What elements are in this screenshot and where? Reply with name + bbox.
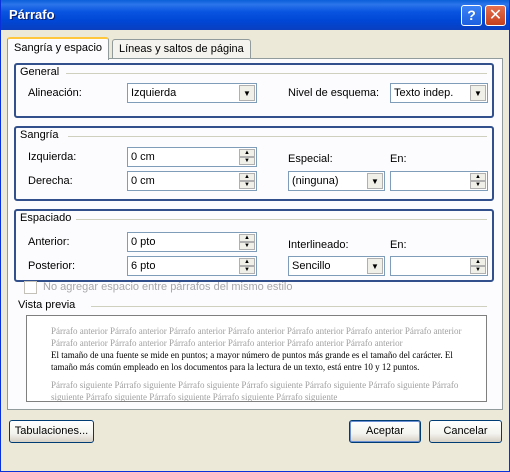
paragraph-dialog: Párrafo ? ✕ Sangría y espacio Líneas y s… (0, 0, 510, 472)
cancel-button[interactable]: Cancelar (429, 420, 502, 443)
spin-down-icon[interactable]: ▼ (239, 181, 255, 189)
help-button[interactable]: ? (461, 5, 482, 26)
spacing-before-label: Anterior: (28, 236, 70, 248)
spacing-at-label: En: (390, 239, 407, 251)
preview-box: Párrafo anterior Párrafo anterior Párraf… (26, 315, 487, 402)
title-bar[interactable]: Párrafo ? ✕ (1, 0, 509, 30)
general-divider (66, 73, 487, 74)
chevron-down-icon[interactable]: ▼ (239, 85, 255, 101)
spin-up-icon[interactable]: ▲ (239, 173, 255, 181)
help-icon: ? (467, 7, 476, 23)
indent-by-label: En: (390, 153, 407, 165)
spin-down-icon[interactable]: ▼ (470, 181, 486, 189)
spacing-after-value: 6 pto (131, 260, 156, 272)
indent-by-spinner[interactable]: ▲ ▼ (390, 171, 488, 191)
special-select[interactable]: (ninguna) ▼ (288, 171, 385, 191)
general-title: General (20, 66, 60, 78)
line-spacing-value: Sencillo (292, 260, 331, 272)
tabs-button-label: Tabulaciones... (14, 425, 89, 437)
preview-main-text: El tamaño de una fuente se mide en punto… (51, 350, 453, 372)
close-button[interactable]: ✕ (485, 5, 506, 26)
indent-left-label: Izquierda: (28, 151, 77, 163)
spin-down-icon[interactable]: ▼ (239, 266, 255, 274)
line-spacing-select[interactable]: Sencillo ▼ (288, 256, 385, 276)
indent-divider (68, 136, 487, 137)
spacing-before-value: 0 pto (131, 236, 156, 248)
indent-group: Sangría Izquierda: 0 cm ▲ ▼ Derecha: 0 cm… (14, 126, 494, 201)
spin-down-icon[interactable]: ▼ (470, 266, 486, 274)
spacing-title: Espaciado (20, 212, 72, 224)
preview-next-text: Párrafo siguiente Párrafo siguiente Párr… (51, 380, 459, 402)
chevron-down-icon[interactable]: ▼ (367, 258, 383, 274)
preview-divider (91, 306, 487, 307)
indent-right-spinner[interactable]: 0 cm ▲ ▼ (127, 171, 257, 191)
dialog-title: Párrafo (9, 7, 55, 22)
spin-up-icon[interactable]: ▲ (239, 258, 255, 266)
spin-up-icon[interactable]: ▲ (239, 149, 255, 157)
alignment-label: Alineación: (28, 87, 82, 99)
alignment-select[interactable]: Izquierda ▼ (127, 83, 257, 103)
accept-button[interactable]: Aceptar (349, 420, 421, 443)
spin-up-icon[interactable]: ▲ (239, 234, 255, 242)
tab-indent-spacing-label: Sangría y espacio (14, 42, 103, 54)
spin-down-icon[interactable]: ▼ (239, 242, 255, 250)
outline-level-select[interactable]: Texto indep. ▼ (390, 83, 488, 103)
preview-title: Vista previa (18, 299, 76, 311)
special-label: Especial: (288, 153, 333, 165)
indent-right-value: 0 cm (131, 175, 155, 187)
indent-right-label: Derecha: (28, 175, 73, 187)
chevron-down-icon[interactable]: ▼ (470, 85, 486, 101)
no-space-checkbox-label: No agregar espacio entre párrafos del mi… (43, 281, 293, 293)
spacing-after-label: Posterior: (28, 260, 76, 272)
spacing-before-spinner[interactable]: 0 pto ▲ ▼ (127, 232, 257, 252)
spacing-group: Espaciado Anterior: 0 pto ▲ ▼ Posterior: … (14, 209, 494, 282)
tab-indent-spacing[interactable]: Sangría y espacio (7, 37, 110, 60)
indent-left-value: 0 cm (131, 151, 155, 163)
spin-up-icon[interactable]: ▲ (470, 173, 486, 181)
tab-line-page-breaks[interactable]: Líneas y saltos de página (112, 39, 251, 58)
indent-title: Sangría (20, 129, 59, 141)
tab-line-page-breaks-label: Líneas y saltos de página (119, 43, 244, 55)
general-group: General Alineación: Izquierda ▼ Nivel de… (14, 63, 494, 118)
outline-level-label: Nivel de esquema: (288, 87, 380, 99)
cancel-button-label: Cancelar (443, 425, 488, 437)
chevron-down-icon[interactable]: ▼ (367, 173, 383, 189)
accept-button-label: Aceptar (366, 425, 404, 437)
spacing-at-spinner[interactable]: ▲ ▼ (390, 256, 488, 276)
close-icon: ✕ (488, 7, 503, 24)
spin-up-icon[interactable]: ▲ (470, 258, 486, 266)
outline-level-value: Texto indep. (394, 87, 454, 99)
no-space-checkbox[interactable] (24, 281, 37, 294)
preview-previous-text: Párrafo anterior Párrafo anterior Párraf… (51, 326, 462, 348)
line-spacing-label: Interlineado: (288, 239, 349, 251)
spacing-after-spinner[interactable]: 6 pto ▲ ▼ (127, 256, 257, 276)
tabs-button[interactable]: Tabulaciones... (9, 420, 94, 443)
spacing-divider (76, 219, 487, 220)
alignment-value: Izquierda (131, 87, 177, 99)
spin-down-icon[interactable]: ▼ (239, 157, 255, 165)
indent-left-spinner[interactable]: 0 cm ▲ ▼ (127, 147, 257, 167)
special-value: (ninguna) (292, 175, 339, 187)
